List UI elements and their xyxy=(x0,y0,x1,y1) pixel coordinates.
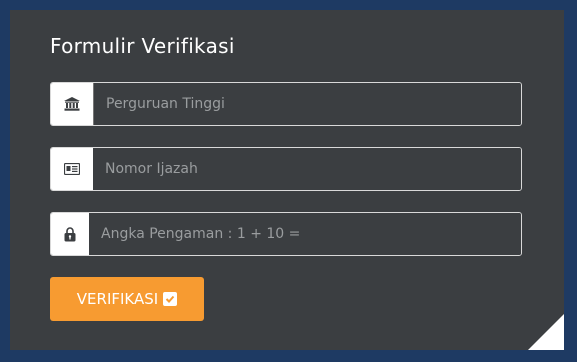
university-field-group xyxy=(50,82,522,126)
diploma-number-input[interactable] xyxy=(93,148,521,190)
corner-fold xyxy=(528,314,564,350)
bank-icon xyxy=(51,83,93,125)
verify-button[interactable]: VERIFIKASI xyxy=(50,277,204,321)
university-input[interactable] xyxy=(93,83,521,125)
security-field-group xyxy=(50,212,522,256)
lock-icon xyxy=(51,213,89,255)
check-square-icon xyxy=(163,292,178,306)
verification-card: Formulir Verifikasi Perguruan Tinggi Nom… xyxy=(10,10,564,350)
diploma-number-field-group xyxy=(50,147,522,191)
security-answer-input[interactable] xyxy=(89,213,521,255)
form-title: Formulir Verifikasi xyxy=(50,34,235,58)
verify-button-label: VERIFIKASI xyxy=(76,290,159,308)
id-card-icon xyxy=(51,148,93,190)
